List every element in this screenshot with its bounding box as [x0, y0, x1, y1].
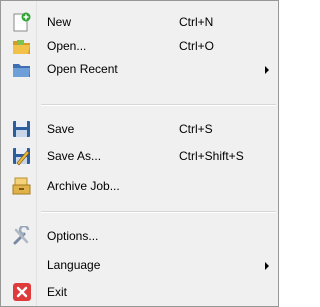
menu-item-options[interactable]: Options... — [3, 223, 276, 249]
menu-item-save-as[interactable]: Save As... Ctrl+Shift+S — [3, 143, 276, 169]
menu-item-save-as-shortcut: Ctrl+Shift+S — [179, 149, 244, 163]
menu-item-save-shortcut: Ctrl+S — [179, 122, 213, 136]
submenu-arrow-icon — [265, 66, 269, 74]
menu-item-new[interactable]: New Ctrl+N — [3, 9, 276, 35]
recent-folder-icon — [11, 59, 33, 79]
menu-item-exit-label: Exit — [47, 285, 68, 299]
menu-item-save-label: Save — [47, 122, 75, 136]
menu-item-open-shortcut: Ctrl+O — [179, 39, 215, 53]
menu-item-exit[interactable]: Exit — [3, 279, 276, 305]
menu-separator — [41, 211, 276, 213]
menu-item-new-shortcut: Ctrl+N — [179, 15, 214, 29]
menu-item-archive-job[interactable]: Archive Job... — [3, 173, 276, 199]
menu-item-language[interactable]: Language — [3, 252, 276, 278]
exit-icon — [11, 282, 33, 302]
menu-separator — [41, 104, 276, 106]
menu-item-open-label: Open... — [47, 39, 87, 53]
options-tools-icon — [11, 224, 33, 246]
menu-item-save[interactable]: Save Ctrl+S — [3, 116, 276, 142]
menu-item-options-label: Options... — [47, 229, 99, 243]
new-document-icon — [11, 12, 33, 32]
submenu-arrow-icon — [265, 262, 269, 270]
menu-item-archive-job-label: Archive Job... — [47, 179, 120, 193]
save-icon — [11, 119, 33, 139]
menu-item-open-recent[interactable]: Open Recent — [3, 56, 276, 82]
menu-item-save-as-label: Save As... — [47, 149, 102, 163]
save-as-icon — [11, 146, 33, 166]
archive-icon — [11, 176, 33, 196]
file-menu: New Ctrl+N Open... Ctrl+O Open Recent Sa… — [0, 0, 279, 307]
open-folder-icon — [11, 36, 33, 56]
menu-item-new-label: New — [47, 15, 72, 29]
menu-item-open-recent-label: Open Recent — [47, 62, 118, 76]
menu-item-language-label: Language — [47, 258, 101, 272]
